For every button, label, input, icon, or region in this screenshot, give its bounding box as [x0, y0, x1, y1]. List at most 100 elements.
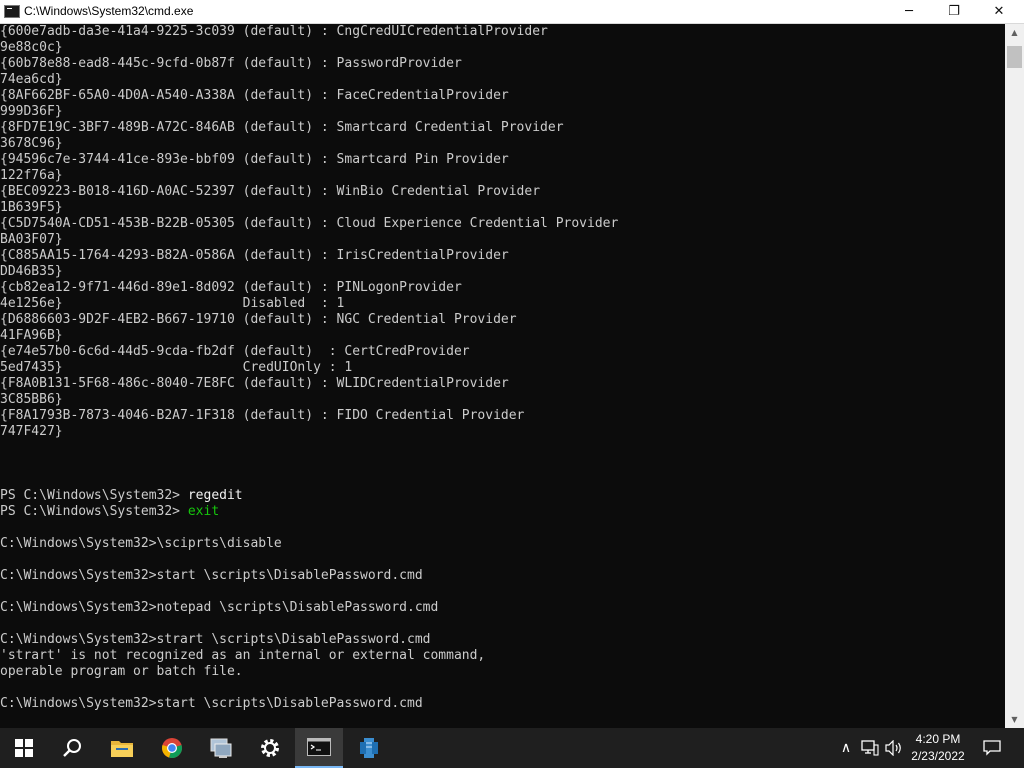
console-line-text: {C5D7540A-CD51-453B-B22B-05305 (default)… [0, 216, 619, 231]
console-line: 3678C96} [0, 136, 1005, 152]
console-output[interactable]: {600e7adb-da3e-41a4-9225-3c039 (default)… [0, 24, 1005, 728]
console-command-text: regedit [187, 488, 243, 503]
network-icon[interactable] [860, 738, 880, 758]
console-line: C:\Windows\System32>\sciprts\disable [0, 536, 1005, 552]
search-button[interactable] [48, 728, 96, 768]
network-app-button[interactable] [197, 728, 245, 768]
server-manager-button[interactable] [345, 728, 393, 768]
system-clock[interactable]: 4:20 PM 2/23/2022 [906, 731, 970, 765]
minimize-button[interactable]: ─ [886, 0, 932, 23]
console-line: PS C:\Windows\System32> regedit [0, 488, 1005, 504]
console-line-text: 74ea6cd} [0, 72, 63, 87]
vertical-scrollbar[interactable]: ▲ ▼ [1005, 24, 1024, 728]
console-line-text: operable program or batch file. [0, 664, 243, 679]
close-icon: ✕ [993, 4, 1005, 19]
console-line-text: 9e88c0c} [0, 40, 63, 55]
console-line: 3C85BB6} [0, 392, 1005, 408]
close-button[interactable]: ✕ [976, 0, 1022, 23]
console-line: {BEC09223-B018-416D-A0AC-52397 (default)… [0, 184, 1005, 200]
console-line-text: 4e1256e} Disabled : 1 [0, 296, 345, 311]
console-line: 'strart' is not recognized as an interna… [0, 648, 1005, 664]
scroll-up-arrow-icon[interactable]: ▲ [1005, 24, 1024, 41]
restore-icon: ❐ [948, 4, 960, 19]
speaker-icon[interactable] [884, 738, 904, 758]
console-line: 999D36F} [0, 104, 1005, 120]
notifications-button[interactable] [981, 738, 1003, 758]
console-line-text: C:\Windows\System32>strart \scripts\Disa… [0, 632, 431, 647]
console-line-text: C:\Windows\System32>notepad \scripts\Dis… [0, 600, 439, 615]
console-line-text: 999D36F} [0, 104, 63, 119]
console-line: C:\Windows\System32>start \scripts\Disab… [0, 696, 1005, 712]
windows-icon [15, 739, 33, 757]
console-line: 5ed7435} CredUIOnly : 1 [0, 360, 1005, 376]
console-line-text: {8FD7E19C-3BF7-489B-A72C-846AB (default)… [0, 120, 564, 135]
chrome-icon [162, 738, 182, 758]
console-line: 4e1256e} Disabled : 1 [0, 296, 1005, 312]
console-line: operable program or batch file. [0, 664, 1005, 680]
scrollbar-thumb[interactable] [1007, 46, 1022, 68]
gear-icon [261, 739, 279, 757]
console-line-text: PS C:\Windows\System32> [0, 504, 188, 519]
console-line: {e74e57b0-6c6d-44d5-9cda-fb2df (default)… [0, 344, 1005, 360]
taskbar: ∧ 4:20 PM 2/23/2022 [0, 728, 1024, 768]
clock-time: 4:20 PM [915, 732, 961, 746]
console-line-text: {cb82ea12-9f71-446d-89e1-8d092 (default)… [0, 280, 462, 295]
cmd-button[interactable] [295, 728, 343, 768]
console-line: 9e88c0c} [0, 40, 1005, 56]
console-line-text: {F8A1793B-7873-4046-B2A7-1F318 (default)… [0, 408, 525, 423]
computer-icon [210, 738, 232, 758]
console-exit-command-text: exit [187, 504, 220, 519]
file-explorer-button[interactable] [98, 728, 146, 768]
console-line: C:\Windows\System32>notepad \scripts\Dis… [0, 600, 1005, 616]
console-line-text: 1B639F5} [0, 200, 63, 215]
console-line: 747F427} [0, 424, 1005, 440]
console-line-text: {F8A0B131-5F68-486c-8040-7E8FC (default)… [0, 376, 509, 391]
clock-date: 2/23/2022 [911, 749, 965, 763]
console-line-text: {e74e57b0-6c6d-44d5-9cda-fb2df (default)… [0, 344, 470, 359]
settings-button[interactable] [246, 728, 294, 768]
console-line-text: BA03F07} [0, 232, 63, 247]
console-line: {F8A0B131-5F68-486c-8040-7E8FC (default)… [0, 376, 1005, 392]
cmd-app-icon [4, 5, 20, 18]
console-line: {94596c7e-3744-41ce-893e-bbf09 (default)… [0, 152, 1005, 168]
title-bar[interactable]: C:\Windows\System32\cmd.exe ─ ❐ ✕ [0, 0, 1024, 24]
console-line: {600e7adb-da3e-41a4-9225-3c039 (default)… [0, 24, 1005, 40]
console-line-text: {8AF662BF-65A0-4D0A-A540-A338A (default)… [0, 88, 509, 103]
console-line-text: C:\Windows\System32>start \scripts\Disab… [0, 696, 423, 711]
console-line-text: 5ed7435} CredUIOnly : 1 [0, 360, 353, 375]
console-line: {F8A1793B-7873-4046-B2A7-1F318 (default)… [0, 408, 1005, 424]
console-line-text: {D6886603-9D2F-4EB2-B667-19710 (default)… [0, 312, 517, 327]
console-line-text: DD46B35} [0, 264, 63, 279]
console-line-text: {94596c7e-3744-41ce-893e-bbf09 (default)… [0, 152, 509, 167]
console-line: 41FA96B} [0, 328, 1005, 344]
console-line-text: 3C85BB6} [0, 392, 63, 407]
console-line: C:\Windows\System32>start \scripts\Disab… [0, 568, 1005, 584]
console-line-text: C:\Windows\System32>\sciprts\disable [0, 536, 282, 551]
minimize-icon: ─ [905, 4, 913, 19]
chrome-button[interactable] [148, 728, 196, 768]
console-line: 122f76a} [0, 168, 1005, 184]
console-line: {D6886603-9D2F-4EB2-B667-19710 (default)… [0, 312, 1005, 328]
console-line-text: 747F427} [0, 424, 63, 439]
console-line: PS C:\Windows\System32> exit [0, 504, 1005, 520]
show-hidden-icons-chevron-icon[interactable]: ∧ [836, 738, 856, 758]
scroll-down-arrow-icon[interactable]: ▼ [1005, 711, 1024, 728]
console-line-text: 3678C96} [0, 136, 63, 151]
maximize-button[interactable]: ❐ [931, 0, 977, 23]
window-title: C:\Windows\System32\cmd.exe [24, 4, 194, 18]
terminal-icon [307, 738, 331, 756]
start-button[interactable] [0, 728, 48, 768]
console-line-text: {60b78e88-ead8-445c-9cfd-0b87f (default)… [0, 56, 462, 71]
server-icon [360, 738, 378, 758]
action-center-icon [983, 740, 1001, 756]
console-line: {cb82ea12-9f71-446d-89e1-8d092 (default)… [0, 280, 1005, 296]
